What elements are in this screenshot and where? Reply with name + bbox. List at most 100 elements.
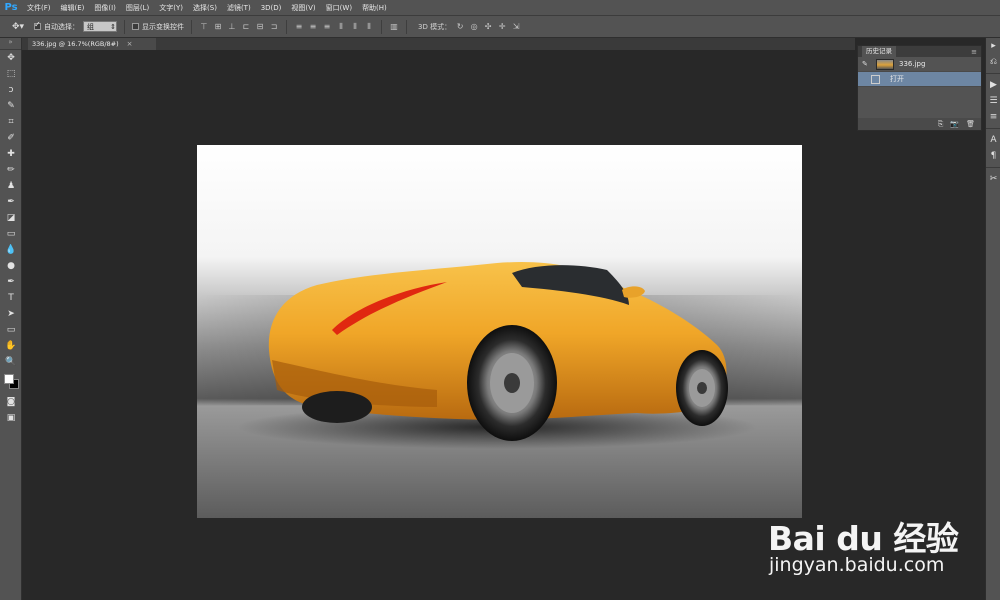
panel-menu-icon[interactable]: ≡ bbox=[971, 48, 977, 56]
history-panel-icon[interactable]: ⎌ bbox=[986, 54, 1000, 70]
drag-3d-icon[interactable]: ✣ bbox=[483, 22, 493, 32]
stamp-tool-icon[interactable]: ♟ bbox=[0, 178, 22, 194]
align-left-icon[interactable]: ⊏ bbox=[241, 22, 251, 32]
menu-type[interactable]: 文字(Y) bbox=[154, 3, 188, 13]
slide-3d-icon[interactable]: ✛ bbox=[497, 22, 507, 32]
roll-3d-icon[interactable]: ◎ bbox=[469, 22, 479, 32]
image-canvas[interactable] bbox=[197, 145, 802, 518]
scale-3d-icon[interactable]: ⇲ bbox=[511, 22, 521, 32]
auto-select-value: 组 bbox=[87, 22, 94, 31]
menu-file[interactable]: 文件(F) bbox=[22, 3, 56, 13]
brush-tool-icon[interactable]: ✏ bbox=[0, 162, 22, 178]
auto-select-checkbox[interactable]: 自动选择： bbox=[34, 20, 79, 32]
document-tab-title: 336.jpg @ 16.7%(RGB/8#) bbox=[32, 40, 119, 48]
document-state-icon bbox=[871, 74, 880, 84]
document-tab[interactable]: 336.jpg @ 16.7%(RGB/8#) × bbox=[28, 38, 156, 50]
align-hcenter-icon[interactable]: ⊟ bbox=[255, 22, 265, 32]
eraser-tool-icon[interactable]: ◪ bbox=[0, 210, 22, 226]
history-brush-icon[interactable]: ✒ bbox=[0, 194, 22, 210]
checkbox-icon bbox=[34, 20, 41, 30]
tool-preset-picker[interactable]: ✥▾ bbox=[6, 20, 30, 34]
type-tool-icon[interactable]: T bbox=[0, 290, 22, 306]
distribute-left-icon[interactable]: ⦀ bbox=[336, 22, 346, 32]
collapse-toolbar-icon[interactable]: » bbox=[0, 38, 21, 50]
quick-select-tool-icon[interactable]: ✎ bbox=[0, 98, 22, 114]
dodge-tool-icon[interactable]: ● bbox=[0, 258, 22, 274]
divider bbox=[286, 19, 287, 34]
baidu-watermark: Bai du 经验 jingyan.baidu.com bbox=[765, 490, 1000, 600]
character-panel-icon[interactable]: A bbox=[986, 132, 1000, 148]
menu-help[interactable]: 帮助(H) bbox=[357, 3, 392, 13]
history-snapshot-row[interactable]: ✎ 336.jpg bbox=[858, 57, 981, 72]
paragraph-panel-icon[interactable]: ¶ bbox=[986, 148, 1000, 164]
zoom-tool-icon[interactable]: 🔍 bbox=[0, 354, 22, 370]
healing-brush-icon[interactable]: ✚ bbox=[0, 146, 22, 162]
tool-presets-icon[interactable]: ✂ bbox=[986, 171, 1000, 187]
rotate-3d-icon[interactable]: ↻ bbox=[455, 22, 465, 32]
distribute-right-icon[interactable]: ⦀ bbox=[364, 22, 374, 32]
menu-layer[interactable]: 图层(L) bbox=[121, 3, 154, 13]
layers-panel-icon[interactable]: ≡ bbox=[986, 109, 1000, 125]
menu-view[interactable]: 视图(V) bbox=[286, 3, 320, 13]
toolbar-left: » ✥ ⬚ ↄ ✎ ⌗ ✐ ✚ ✏ ♟ ✒ ◪ ▭ 💧 ● ✒ T ➤ ▭ ✋ … bbox=[0, 38, 22, 600]
eyedropper-tool-icon[interactable]: ✐ bbox=[0, 130, 22, 146]
move-tool-icon[interactable]: ✥ bbox=[0, 50, 22, 66]
checkbox-icon bbox=[132, 23, 139, 30]
car-photo bbox=[197, 145, 802, 518]
align-bottom-icon[interactable]: ⊥ bbox=[227, 22, 237, 32]
path-select-tool-icon[interactable]: ➤ bbox=[0, 306, 22, 322]
align-right-icon[interactable]: ⊐ bbox=[269, 22, 279, 32]
distribute-bottom-icon[interactable]: ≡ bbox=[322, 22, 332, 32]
history-panel-footer: ⎘ 📷 🗑 bbox=[858, 118, 981, 130]
auto-select-dropdown[interactable]: 组 ⇕ bbox=[83, 21, 117, 32]
align-vcenter-icon[interactable]: ⊞ bbox=[213, 22, 223, 32]
trash-icon[interactable]: 🗑 bbox=[966, 120, 975, 128]
camera-icon[interactable]: 📷 bbox=[950, 120, 959, 128]
divider bbox=[381, 19, 382, 34]
menu-filter[interactable]: 滤镜(T) bbox=[222, 3, 256, 13]
shape-tool-icon[interactable]: ▭ bbox=[0, 322, 22, 338]
menu-edit[interactable]: 编辑(E) bbox=[56, 3, 90, 13]
adjustments-panel-icon[interactable]: ☰ bbox=[986, 93, 1000, 109]
color-swatches[interactable] bbox=[0, 370, 22, 394]
blur-tool-icon[interactable]: 💧 bbox=[0, 242, 22, 258]
auto-align-icon[interactable]: ▥ bbox=[389, 22, 399, 32]
close-icon[interactable]: × bbox=[127, 40, 133, 48]
marquee-tool-icon[interactable]: ⬚ bbox=[0, 66, 22, 82]
divider bbox=[986, 167, 1000, 168]
canvas-area[interactable] bbox=[22, 50, 855, 600]
show-transform-label: 显示变换控件 bbox=[142, 22, 184, 31]
pen-tool-icon[interactable]: ✒ bbox=[0, 274, 22, 290]
menu-3d[interactable]: 3D(D) bbox=[256, 4, 287, 12]
lasso-tool-icon[interactable]: ↄ bbox=[0, 82, 22, 98]
history-panel-tab[interactable]: 历史记录 bbox=[862, 46, 896, 57]
foreground-color-swatch[interactable] bbox=[4, 374, 14, 384]
menu-image[interactable]: 图像(I) bbox=[89, 3, 121, 13]
divider bbox=[986, 73, 1000, 74]
history-item-label: 打开 bbox=[890, 75, 904, 83]
divider bbox=[124, 19, 125, 34]
align-top-icon[interactable]: ⊤ bbox=[199, 22, 209, 32]
menu-window[interactable]: 窗口(W) bbox=[321, 3, 357, 13]
hand-tool-icon[interactable]: ✋ bbox=[0, 338, 22, 354]
options-bar: ✥▾ 自动选择： 组 ⇕ 显示变换控件 ⊤ ⊞ ⊥ ⊏ ⊟ ⊐ ≡ ≡ ≡ ⦀ … bbox=[0, 16, 1000, 38]
history-state-row[interactable]: 打开 bbox=[858, 72, 981, 87]
distribute-hcenter-icon[interactable]: ⦀ bbox=[350, 22, 360, 32]
divider bbox=[406, 19, 407, 34]
snapshot-thumbnail bbox=[876, 58, 894, 70]
menu-select[interactable]: 选择(S) bbox=[188, 3, 222, 13]
watermark-logo-text: Bai du 经验 bbox=[768, 519, 959, 558]
show-transform-checkbox[interactable]: 显示变换控件 bbox=[132, 22, 184, 32]
panel-dock-collapse-icon[interactable]: ▸ bbox=[986, 38, 1000, 54]
divider bbox=[191, 19, 192, 34]
crop-tool-icon[interactable]: ⌗ bbox=[0, 114, 22, 130]
quick-mask-icon[interactable]: ◙ bbox=[0, 394, 22, 410]
gradient-tool-icon[interactable]: ▭ bbox=[0, 226, 22, 242]
screen-mode-icon[interactable]: ▣ bbox=[0, 410, 22, 426]
new-document-from-state-icon[interactable]: ⎘ bbox=[938, 120, 944, 129]
chevron-down-icon: ⇕ bbox=[110, 22, 116, 31]
distribute-top-icon[interactable]: ≡ bbox=[294, 22, 304, 32]
history-brush-source-icon[interactable]: ✎ bbox=[862, 60, 872, 68]
actions-panel-icon[interactable]: ▶ bbox=[986, 77, 1000, 93]
distribute-vcenter-icon[interactable]: ≡ bbox=[308, 22, 318, 32]
